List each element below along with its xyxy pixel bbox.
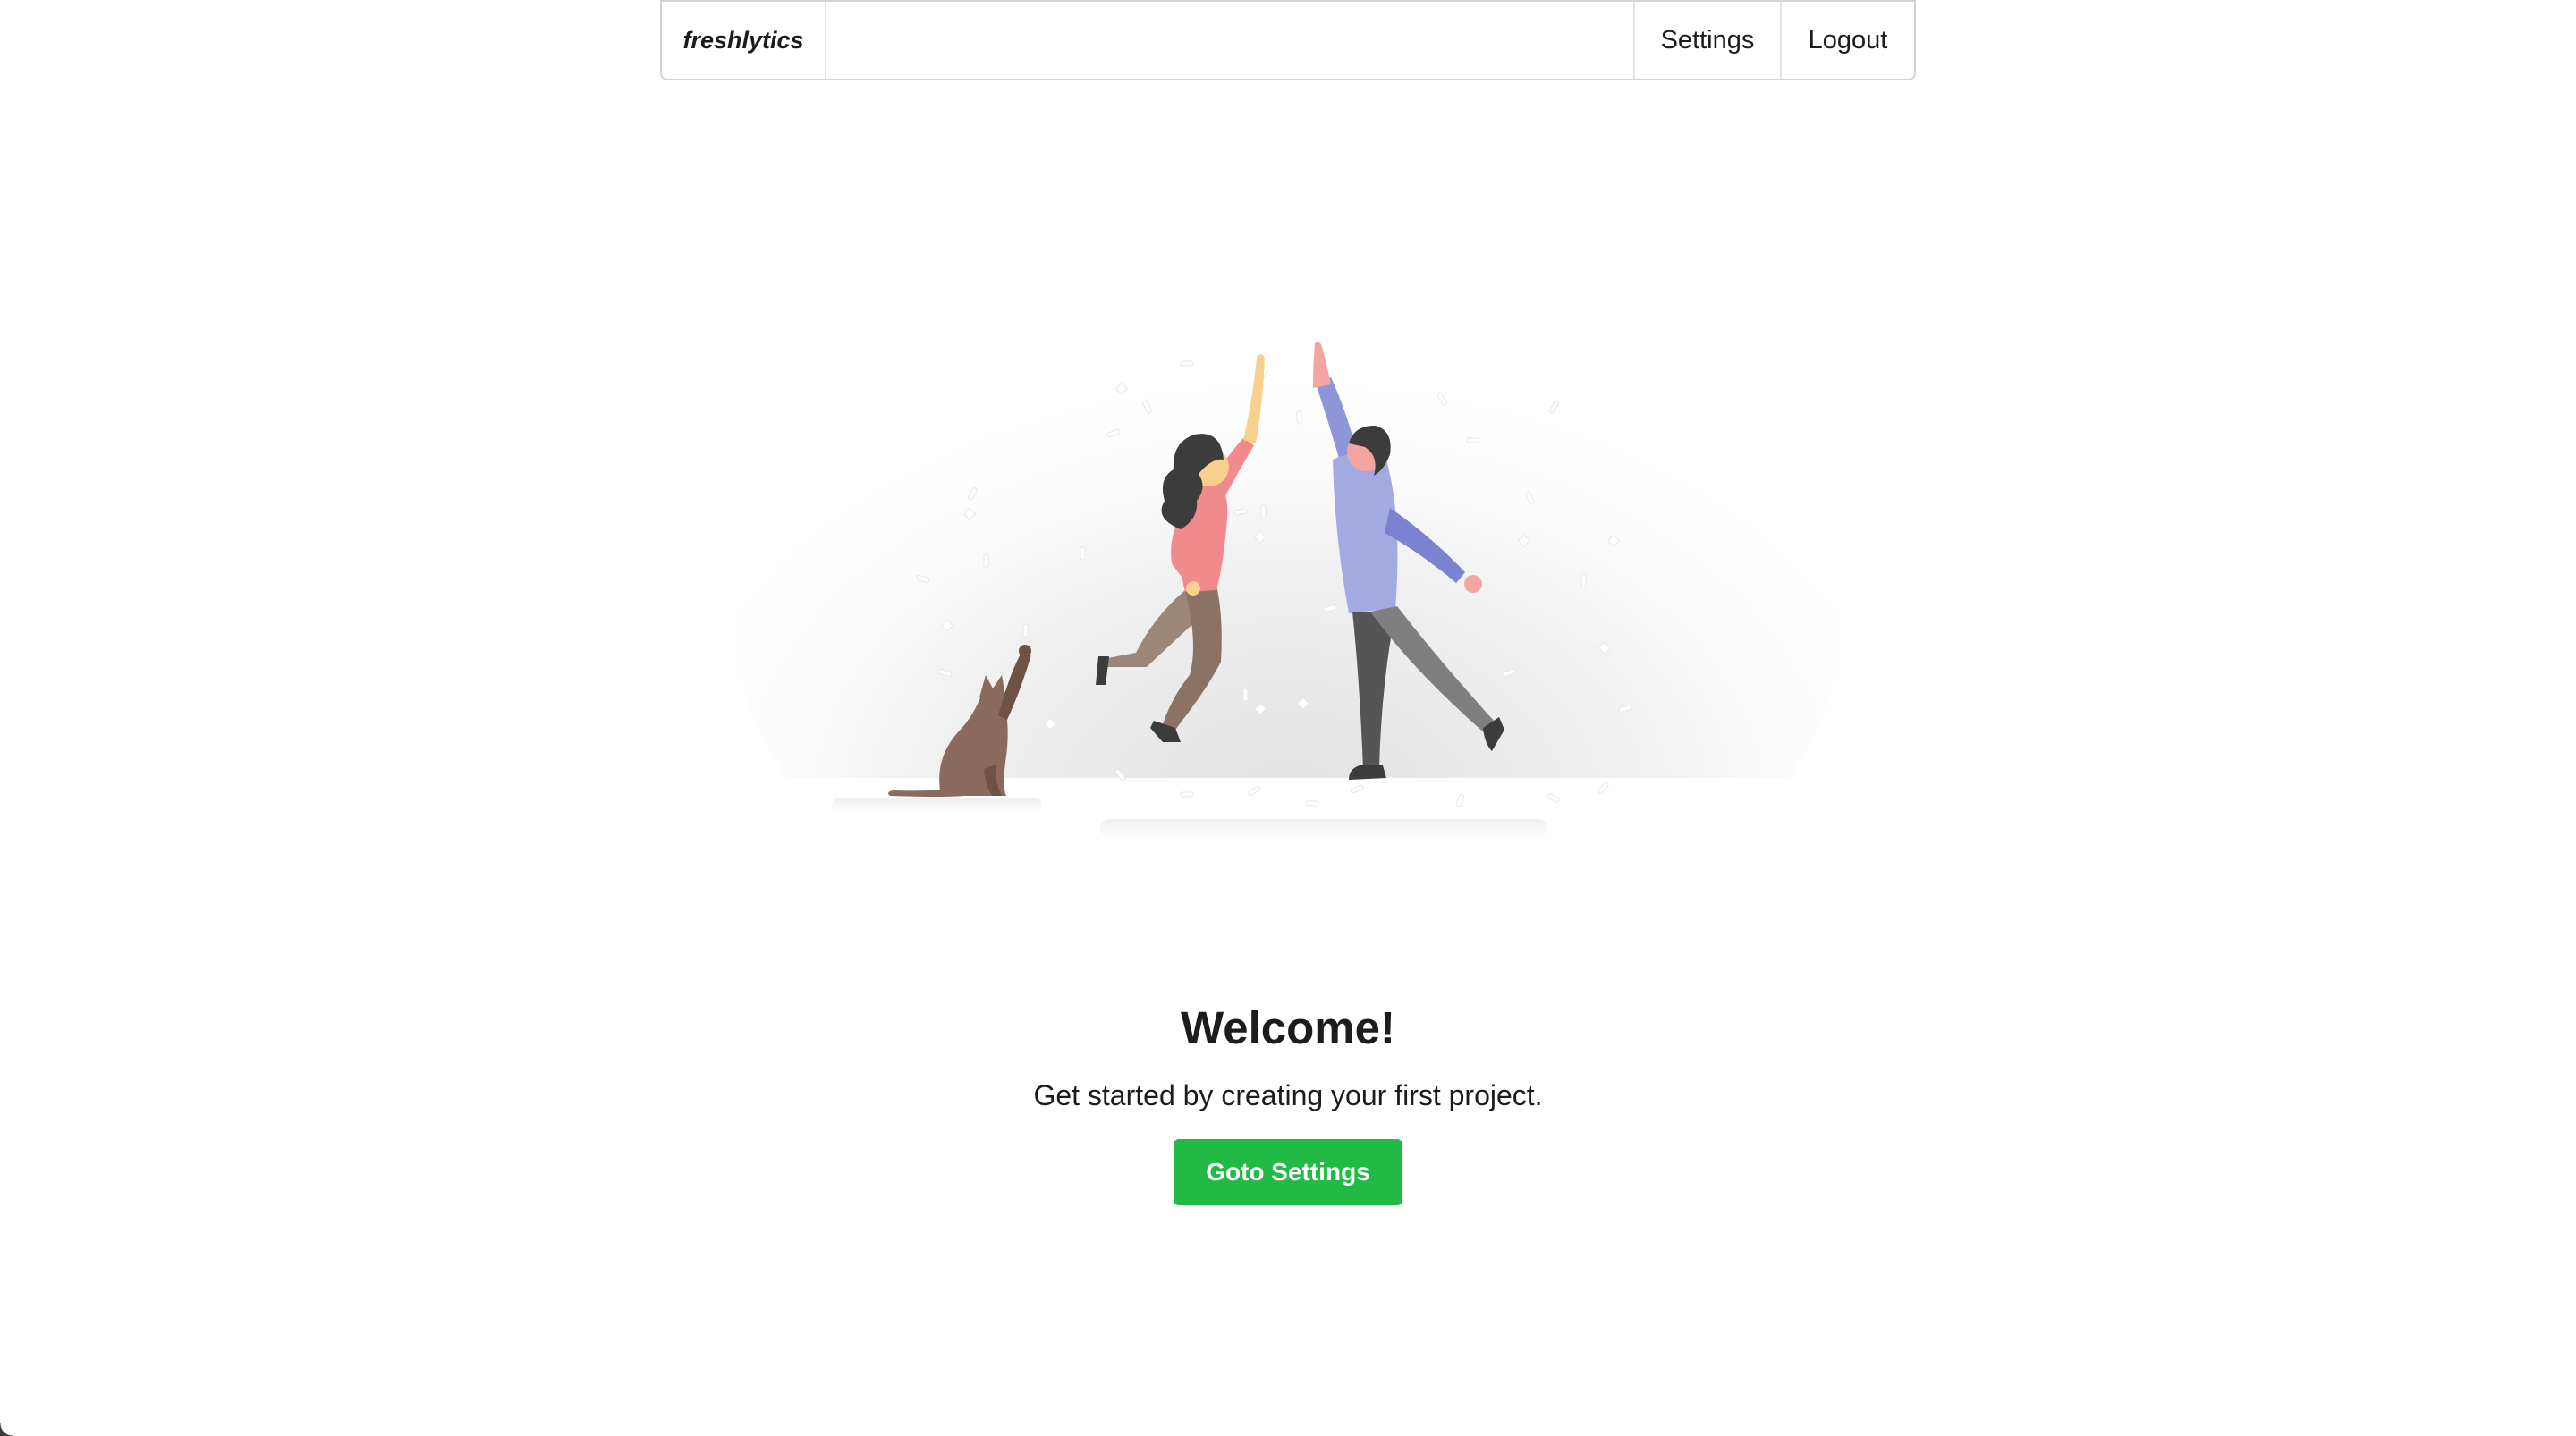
logout-menu-item[interactable]: Logout [1780, 2, 1914, 79]
welcome-title: Welcome! [1181, 1002, 1395, 1053]
window-corner [0, 1423, 13, 1436]
settings-menu-item[interactable]: Settings [1633, 2, 1780, 79]
menu-spacer [826, 2, 1633, 79]
welcome-section: Welcome! Get started by creating your fi… [0, 996, 2576, 1205]
welcome-subtitle: Get started by creating your first proje… [1033, 1079, 1543, 1111]
brand-logo[interactable]: freshlytics [662, 2, 826, 79]
high-five-illustration [733, 241, 1843, 993]
top-menu: freshlytics Settings Logout [660, 0, 1916, 80]
goto-settings-button[interactable]: Goto Settings [1174, 1139, 1402, 1205]
